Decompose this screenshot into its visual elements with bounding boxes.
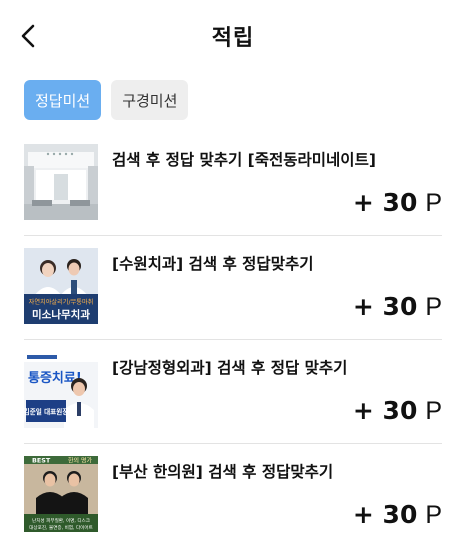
thumb-doctor-name: 김준일 대표원장 (24, 407, 68, 416)
mission-thumbnail: BEST 한의 명가 난치성 피부질환, 이명, 디스크 대상포진, 불면증, … (24, 456, 98, 532)
mission-title: [강남정형외과] 검색 후 정답 맞추기 (112, 359, 348, 377)
clinic-interior-image (24, 144, 98, 220)
reward-amount: + 30 (352, 396, 418, 425)
tab-browse-mission[interactable]: 구경미션 (111, 80, 189, 120)
reward-points: + 30 P (353, 292, 442, 322)
reward-points: + 30 P (353, 500, 442, 530)
mission-thumbnail (24, 144, 98, 220)
reward-unit: P (425, 397, 442, 425)
reward-points: + 30 P (353, 188, 442, 218)
orthopedic-clinic-ad-image: 통증치료! 김준일 대표원장 (24, 352, 98, 428)
mission-thumbnail: 통증치료! 김준일 대표원장 (24, 352, 98, 428)
mission-thumbnail: 자연치아살리기/무통마취 미소나무치과 (24, 248, 98, 324)
reward-unit: P (425, 189, 442, 217)
page-title: 적립 (211, 26, 255, 51)
mission-title: [부산 한의원] 검색 후 정답맞추기 (112, 463, 334, 481)
reward-points: + 30 P (353, 396, 442, 426)
header: 적립 (0, 0, 466, 72)
thumb-badge: BEST (32, 457, 51, 465)
mission-title: 검색 후 정답 맞추기 [죽전동라미네이트] (112, 151, 376, 169)
oriental-clinic-ad-image: BEST 한의 명가 난치성 피부질환, 이명, 디스크 대상포진, 불면증, … (24, 456, 98, 532)
tab-answer-mission[interactable]: 정답미션 (24, 80, 102, 120)
thumb-tagline: 자연치아살리기/무통마취 (29, 298, 94, 306)
reward-amount: + 30 (352, 500, 418, 529)
reward-unit: P (425, 501, 442, 529)
thumb-caption-1: 난치성 피부질환, 이명, 디스크 (32, 517, 90, 524)
dental-clinic-ad-image: 자연치아살리기/무통마취 미소나무치과 (24, 248, 98, 324)
mission-title: [수원치과] 검색 후 정답맞추기 (112, 255, 314, 273)
thumb-badge-2: 한의 명가 (68, 457, 92, 465)
mission-item[interactable]: 자연치아살리기/무통마취 미소나무치과 [수원치과] 검색 후 정답맞추기 + … (24, 236, 442, 340)
reward-amount: + 30 (352, 188, 418, 217)
mission-item[interactable]: BEST 한의 명가 난치성 피부질환, 이명, 디스크 대상포진, 불면증, … (24, 444, 442, 540)
reward-unit: P (425, 293, 442, 321)
mission-item[interactable]: 검색 후 정답 맞추기 [죽전동라미네이트] + 30 P (24, 132, 442, 236)
mission-list: 검색 후 정답 맞추기 [죽전동라미네이트] + 30 P 자연치아살리기/무통… (24, 132, 442, 540)
thumb-caption-2: 대상포진, 불면증, 비염, 다이어트 (29, 524, 93, 531)
tab-bar: 정답미션 구경미션 (24, 80, 189, 120)
mission-item[interactable]: 통증치료! 김준일 대표원장 [강남정형외과] 검색 후 정답 맞추기 + 30… (24, 340, 442, 444)
thumb-clinic-name: 미소나무치과 (32, 308, 90, 321)
reward-amount: + 30 (352, 292, 418, 321)
